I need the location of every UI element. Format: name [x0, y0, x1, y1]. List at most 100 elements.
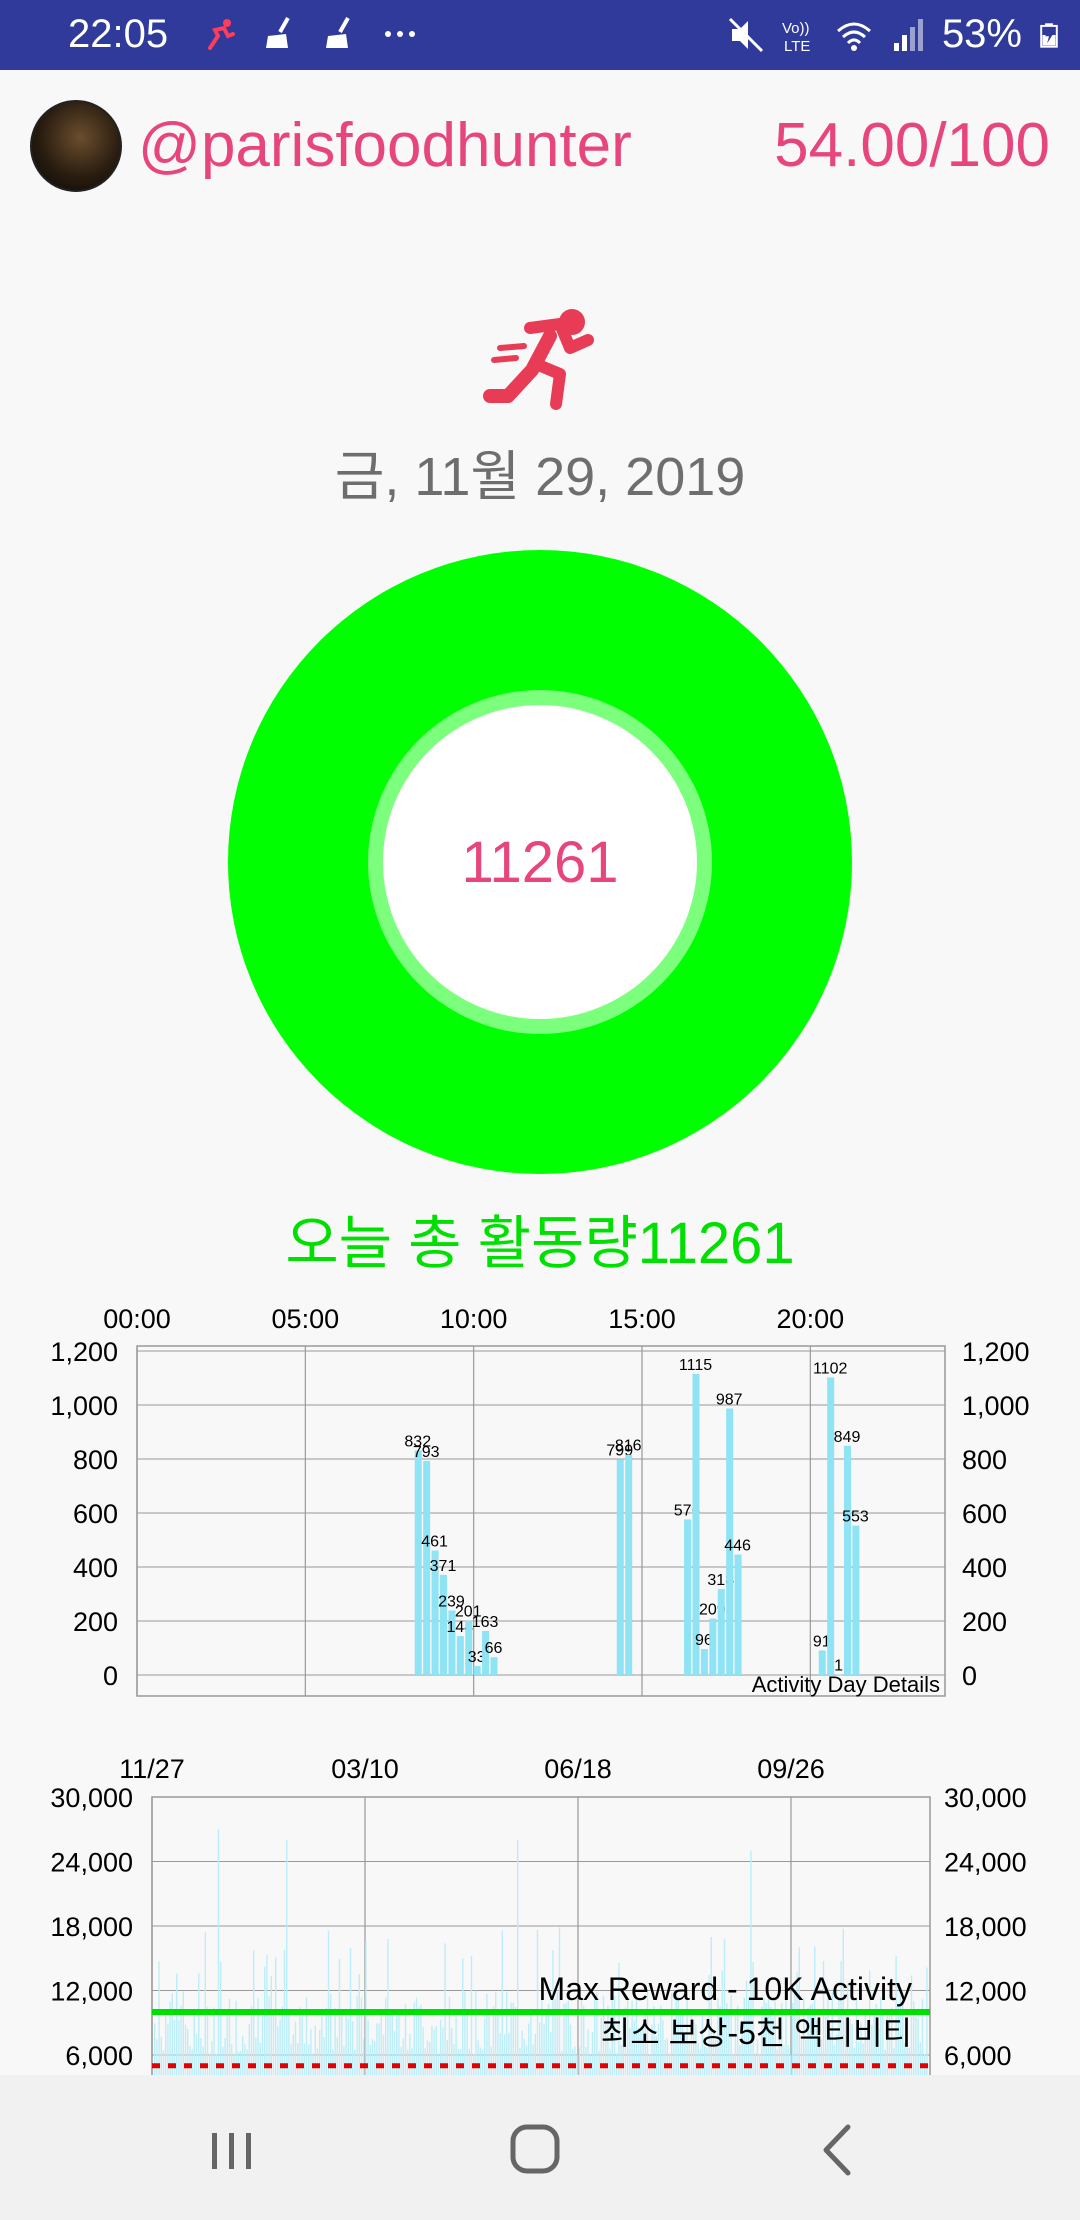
history-bar: [490, 2046, 492, 2075]
y-tick-label-right: 6,000: [944, 2041, 1012, 2071]
history-bar: [343, 2046, 345, 2075]
history-bar: [213, 2007, 215, 2075]
history-bar: [261, 2016, 264, 2075]
y-tick-label-right: 600: [962, 1499, 1007, 1529]
history-bar: [462, 1958, 464, 2075]
history-bar: [437, 2053, 440, 2075]
max-reward-label: Max Reward - 10K Activity: [539, 1971, 912, 2007]
bar-value-label: 461: [421, 1534, 448, 1551]
history-bar: [389, 2010, 391, 2075]
y-tick-label-left: 18,000: [50, 1912, 133, 1942]
history-bar: [341, 2009, 343, 2075]
x-tick-label: 10:00: [440, 1304, 508, 1334]
history-bar: [321, 2009, 323, 2075]
history-bar: [354, 2049, 356, 2075]
history-bar: [919, 2042, 921, 2075]
history-bar: [365, 1941, 367, 2075]
history-bar: [453, 2044, 455, 2075]
x-tick-label: 09/26: [757, 1754, 825, 1784]
history-bar: [893, 2047, 895, 2075]
history-bar: [446, 2040, 448, 2075]
history-bar: [275, 1957, 277, 2075]
history-bar: [336, 2037, 338, 2075]
history-bar: [222, 2046, 224, 2075]
chart-bar: [692, 1373, 700, 1675]
history-bar: [387, 1939, 389, 2075]
history-bar: [226, 2009, 228, 2075]
history-bar: [200, 2037, 202, 2075]
history-bar: [191, 2049, 193, 2075]
history-bar: [323, 2037, 325, 2075]
history-bar: [369, 2044, 371, 2075]
y-tick-label-left: 0: [103, 1661, 118, 1691]
history-bar: [459, 2049, 462, 2075]
chart-bar: [684, 1519, 692, 1675]
history-bar: [525, 2045, 528, 2075]
y-tick-label-right: 1,200: [962, 1337, 1030, 1367]
y-tick-label-left: 1,200: [50, 1337, 118, 1367]
history-bar: [917, 2017, 919, 2075]
history-bar: [374, 2041, 376, 2075]
y-tick-label-right: 18,000: [944, 1912, 1027, 1942]
history-bar: [195, 2034, 198, 2075]
history-bar: [358, 1974, 360, 2075]
svg-text:LTE: LTE: [784, 38, 810, 55]
history-bar: [268, 1996, 270, 2075]
history-bar: [266, 1955, 268, 2075]
home-icon[interactable]: [495, 2115, 575, 2185]
status-time: 22:05: [68, 12, 169, 56]
y-tick-label-left: 600: [73, 1499, 118, 1529]
history-bar: [706, 2047, 708, 2075]
more-dots-icon: [385, 31, 415, 37]
y-tick-label-left: 800: [73, 1445, 118, 1475]
history-bar: [231, 2044, 233, 2075]
x-tick-label: 05:00: [272, 1304, 340, 1334]
history-bar: [204, 1932, 206, 2075]
history-bar: [224, 2037, 226, 2075]
y-tick-label-left: 200: [73, 1607, 118, 1637]
history-bar: [327, 1930, 330, 2075]
history-bar: [530, 2010, 532, 2075]
y-tick-label-left: 30,000: [50, 1783, 133, 1813]
history-bar: [497, 2011, 499, 2075]
history-bar: [178, 2019, 180, 2075]
score: 54.00/100: [774, 111, 1050, 180]
svg-text:Vo)): Vo)): [782, 20, 810, 37]
history-bar: [277, 2026, 279, 2075]
bar-value-label: 849: [834, 1429, 861, 1446]
history-bar: [158, 1961, 160, 2075]
history-bar: [294, 2021, 297, 2075]
history-bar: [400, 2047, 402, 2075]
username[interactable]: @parisfoodhunter: [138, 110, 632, 181]
min-reward-label: 최소 보상-5천 액티비티: [601, 2015, 912, 2051]
history-bar: [211, 2041, 213, 2075]
x-tick-label: 00:00: [103, 1304, 171, 1334]
history-bar: [352, 2020, 354, 2075]
history-bar: [578, 2047, 580, 2075]
history-bar: [255, 2037, 257, 2075]
avatar[interactable]: [30, 100, 122, 192]
history-bar: [598, 2050, 600, 2075]
history-bar: [165, 2011, 167, 2075]
history-bar: [217, 1829, 220, 2075]
status-notification-icons: [200, 14, 420, 54]
y-tick-label-right: 0: [962, 1661, 977, 1691]
history-bar: [519, 2047, 521, 2075]
y-tick-label-left: 6,000: [65, 2041, 133, 2071]
back-icon[interactable]: [800, 2115, 880, 2185]
y-tick-label-right: 800: [962, 1445, 1007, 1475]
history-bar: [424, 2048, 426, 2075]
status-system-icons: Vo)) LTE 53%: [726, 12, 1062, 57]
history-bar: [435, 2025, 437, 2075]
day-activity-chart: 00:00 05:00 10:00 15:00 20:00 1,200 1,200 1,000…: [50, 1304, 1030, 1697]
history-bar: [303, 2043, 305, 2075]
y-tick-label-left: 24,000: [50, 1848, 133, 1878]
total-activity-label: 오늘 총 활동량11261: [285, 1211, 795, 1276]
runner-notification-icon: [208, 19, 235, 50]
recents-icon[interactable]: [192, 2115, 272, 2185]
history-bar: [486, 1993, 488, 2075]
history-activity-chart: 11/27 03/10 06/18 09/26 30,000 30,000 24,000 24…: [50, 1754, 1027, 2075]
y-tick-label-left: 1,000: [50, 1391, 118, 1421]
history-bar: [382, 2035, 385, 2075]
history-bar: [189, 2046, 191, 2075]
